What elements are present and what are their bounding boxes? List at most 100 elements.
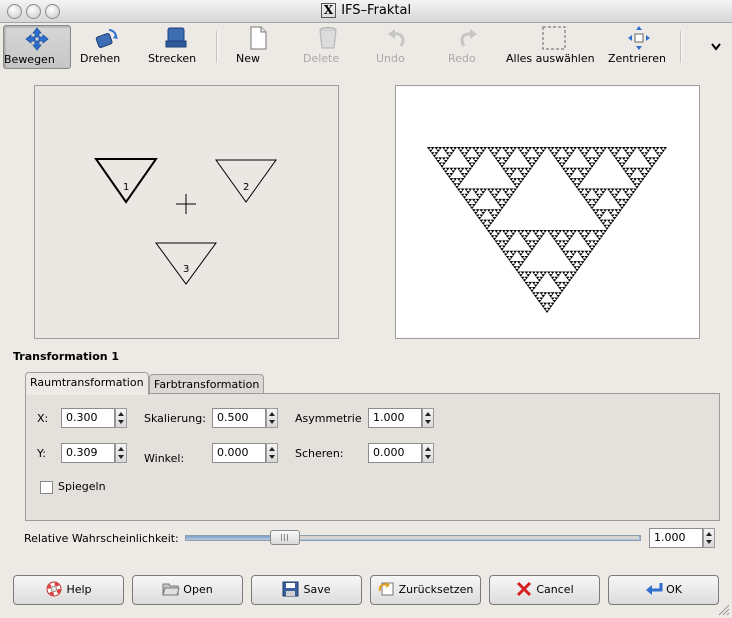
probability-stepper-arrows[interactable] xyxy=(703,528,715,548)
spin-up-icon[interactable] xyxy=(118,412,124,416)
probability-label: Relative Wahrscheinlichkeit: xyxy=(24,532,179,545)
open-button[interactable]: Open xyxy=(132,575,243,605)
spin-up-icon[interactable] xyxy=(425,447,431,451)
center-icon xyxy=(628,26,650,50)
asymmetrie-input[interactable]: 1.000 xyxy=(368,408,422,428)
tool-bewegen-button[interactable]: Bewegen xyxy=(3,25,71,69)
spin-down-icon[interactable] xyxy=(425,455,431,459)
y-input[interactable]: 0.309 xyxy=(61,443,115,463)
tool-label: Strecken xyxy=(148,52,197,65)
probability-slider-thumb[interactable] xyxy=(270,530,300,545)
tool-drehen-button[interactable]: Drehen xyxy=(80,25,132,67)
tool-label: Drehen xyxy=(80,52,121,65)
scheren-label: Scheren: xyxy=(295,447,344,460)
winkel-input[interactable]: 0.000 xyxy=(212,443,266,463)
redo-icon xyxy=(460,29,477,47)
spin-up-icon[interactable] xyxy=(269,447,275,451)
transform-triangle-2[interactable] xyxy=(215,159,277,203)
spin-up-icon[interactable] xyxy=(706,532,712,536)
spin-down-icon[interactable] xyxy=(269,420,275,424)
new-document-icon xyxy=(250,26,267,50)
spin-down-icon[interactable] xyxy=(425,420,431,424)
y-stepper-arrows[interactable] xyxy=(115,443,127,463)
y-spinbutton[interactable]: 0.309 xyxy=(61,443,128,463)
triangle-label-3: 3 xyxy=(183,264,189,275)
tab-raumtransformation[interactable]: Raumtransformation xyxy=(25,372,149,395)
toolbar-separator xyxy=(216,31,218,63)
stretch-icon xyxy=(165,27,187,48)
spiegeln-checkbox[interactable] xyxy=(40,481,53,494)
toolbar: Bewegen Drehen Strecken New Delete Undo … xyxy=(0,23,732,71)
redo-button[interactable]: Redo xyxy=(448,25,488,67)
scheren-stepper-arrows[interactable] xyxy=(422,443,434,463)
crosshair-icon xyxy=(176,194,196,214)
asymmetrie-label: Asymmetrie xyxy=(295,412,362,425)
skalierung-stepper-arrows[interactable] xyxy=(266,408,278,428)
resize-grip-icon[interactable] xyxy=(716,602,730,616)
asymmetrie-spinbutton[interactable]: 1.000 xyxy=(368,408,435,428)
cancel-button[interactable]: Cancel xyxy=(489,575,600,605)
save-button[interactable]: Save xyxy=(251,575,362,605)
reset-button[interactable]: Zurücksetzen xyxy=(370,575,481,605)
folder-icon xyxy=(162,583,180,596)
select-all-icon xyxy=(542,26,566,50)
spin-down-icon[interactable] xyxy=(118,455,124,459)
delete-button[interactable]: Delete xyxy=(303,25,353,67)
spin-down-icon[interactable] xyxy=(269,455,275,459)
winkel-spinbutton[interactable]: 0.000 xyxy=(212,443,279,463)
x-input[interactable]: 0.300 xyxy=(61,408,115,428)
trash-icon xyxy=(319,27,337,49)
rotate-icon xyxy=(95,29,118,48)
tab-farbtransformation[interactable]: Farbtransformation xyxy=(149,374,265,395)
probability-input[interactable]: 1.000 xyxy=(649,528,703,548)
title-bar: X IFS–Fraktal xyxy=(0,0,732,23)
ok-arrow-icon xyxy=(646,583,663,595)
probability-slider-trough[interactable] xyxy=(290,536,639,539)
ok-button[interactable]: OK xyxy=(608,575,719,605)
triangle-label-1: 1 xyxy=(123,182,129,193)
transformation-editor-canvas[interactable]: 1 2 3 xyxy=(34,85,339,339)
new-button[interactable]: New xyxy=(236,25,280,67)
winkel-stepper-arrows[interactable] xyxy=(266,443,278,463)
spiegeln-label[interactable]: Spiegeln xyxy=(58,480,106,493)
spin-down-icon[interactable] xyxy=(706,540,712,544)
spin-up-icon[interactable] xyxy=(118,447,124,451)
probability-spinbutton[interactable]: 1.000 xyxy=(649,528,716,548)
sierpinski-fractal-image xyxy=(427,147,667,313)
ok-button-label: OK xyxy=(666,583,682,596)
grip-line xyxy=(284,534,285,541)
fractal-shape xyxy=(427,147,667,313)
cancel-button-label: Cancel xyxy=(536,583,574,596)
scheren-input[interactable]: 0.000 xyxy=(368,443,422,463)
chevron-down-icon[interactable] xyxy=(710,42,722,52)
center-button[interactable]: Zentrieren xyxy=(608,25,670,67)
scheren-spinbutton[interactable]: 0.000 xyxy=(368,443,435,463)
transform-triangle-1[interactable] xyxy=(94,158,158,204)
select-all-button[interactable]: Alles auswählen xyxy=(506,25,602,67)
x-stepper-arrows[interactable] xyxy=(115,408,127,428)
help-button-label: Help xyxy=(66,583,92,596)
skalierung-label: Skalierung: xyxy=(144,412,206,425)
spin-down-icon[interactable] xyxy=(118,420,124,424)
toolbar-separator xyxy=(680,31,682,63)
open-button-label: Open xyxy=(183,583,213,596)
spin-up-icon[interactable] xyxy=(425,412,431,416)
tool-strecken-button[interactable]: Strecken xyxy=(148,25,204,67)
lifebuoy-icon xyxy=(46,581,62,597)
window-title-text: IFS–Fraktal xyxy=(341,3,412,18)
x-spinbutton[interactable]: 0.300 xyxy=(61,408,128,428)
tool-label: Zentrieren xyxy=(608,52,666,65)
winkel-label: Winkel: xyxy=(144,452,185,465)
skalierung-spinbutton[interactable]: 0.500 xyxy=(212,408,279,428)
tool-label: Undo xyxy=(376,52,405,65)
tool-label: New xyxy=(236,52,260,65)
transformation-title: Transformation 1 xyxy=(13,350,120,363)
tool-label: Redo xyxy=(448,52,476,65)
undo-button[interactable]: Undo xyxy=(376,25,418,67)
spin-up-icon[interactable] xyxy=(269,412,275,416)
help-button[interactable]: Help xyxy=(13,575,124,605)
undo-icon xyxy=(388,29,405,47)
asymmetrie-stepper-arrows[interactable] xyxy=(422,408,434,428)
skalierung-input[interactable]: 0.500 xyxy=(212,408,266,428)
transformations-drawing: 1 2 3 xyxy=(94,158,277,285)
